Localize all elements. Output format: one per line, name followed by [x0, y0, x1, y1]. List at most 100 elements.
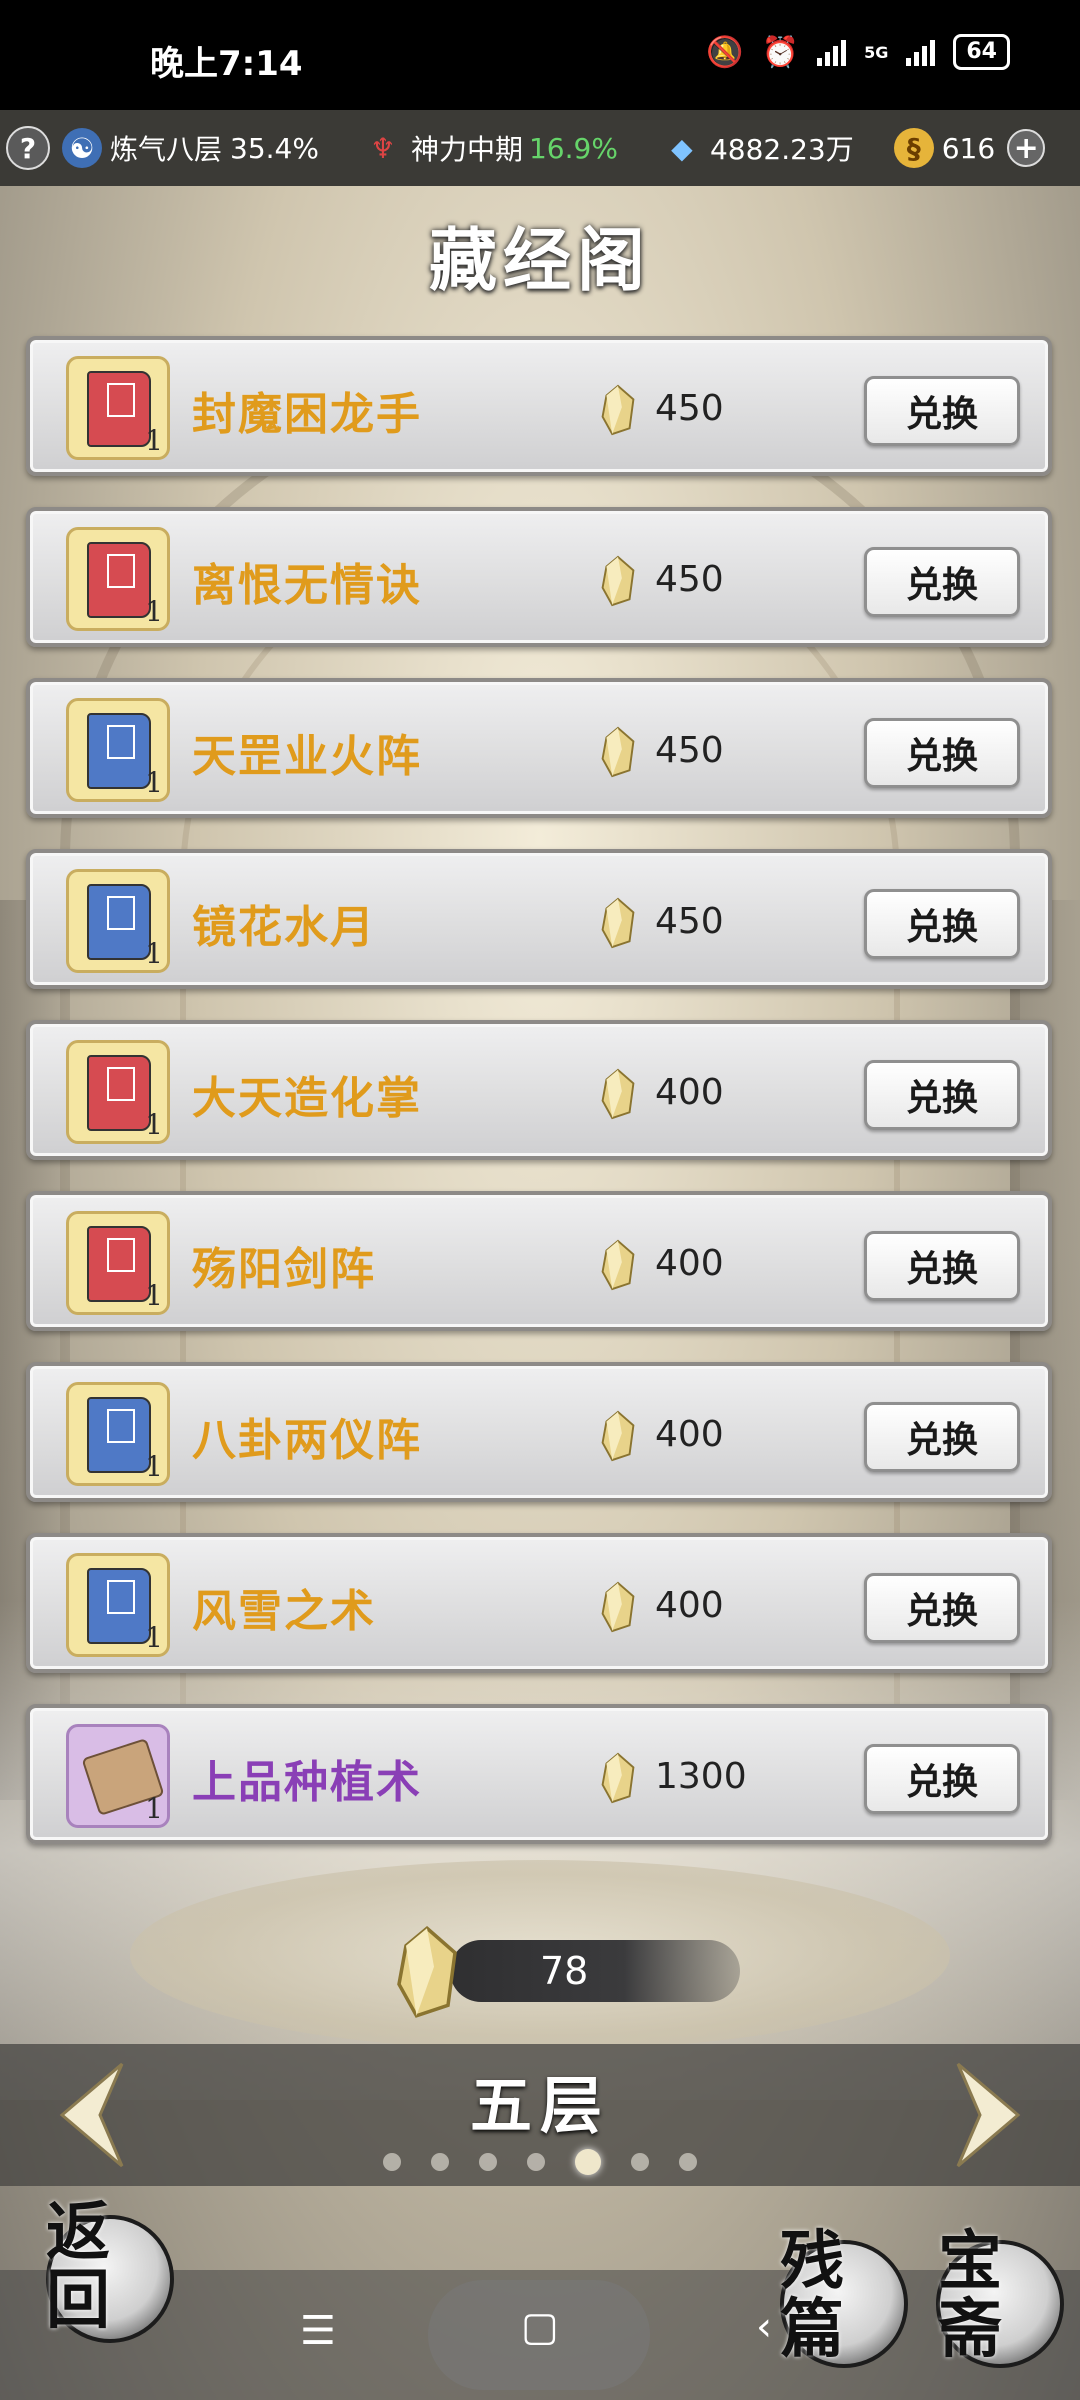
battery-indicator: 64	[953, 34, 1010, 70]
page-dot[interactable]	[631, 2153, 649, 2171]
book-shape	[87, 884, 151, 960]
item-row: 1 镜花水月 450 兑换	[26, 849, 1052, 989]
item-price: 450	[655, 559, 724, 600]
page-dot[interactable]	[527, 2153, 545, 2171]
exchange-button[interactable]: 兑换	[864, 889, 1020, 959]
book-shape	[87, 542, 151, 618]
item-price: 450	[655, 388, 724, 429]
exchange-button[interactable]: 兑换	[864, 1573, 1020, 1643]
page-dot[interactable]	[479, 2153, 497, 2171]
spirit-stone-icon: ◆	[671, 131, 693, 165]
scroll-icon[interactable]: 1	[66, 1724, 170, 1828]
item-row: 1 上品种植术 1300 兑换	[26, 1704, 1052, 1844]
exchange-button[interactable]: 兑换	[864, 547, 1020, 617]
fragments-button-label: 残篇	[780, 2224, 844, 2367]
treasure-button[interactable]: 宝斋	[936, 2228, 1064, 2368]
page-dot[interactable]	[679, 2153, 697, 2171]
help-icon[interactable]: ?	[6, 126, 50, 170]
status-bar: 晚上7:14 🔕 ⏰ 5G 64	[0, 0, 1080, 110]
item-name: 殇阳剑阵	[192, 1244, 376, 1295]
item-quantity: 1	[145, 595, 163, 628]
item-quantity: 1	[145, 1450, 163, 1483]
book-shape	[87, 1397, 151, 1473]
currency-display: 78	[450, 1940, 740, 2002]
crystal-icon	[601, 384, 635, 436]
back-button[interactable]: 返回	[46, 2199, 174, 2343]
item-row: 1 封魔困龙手 450 兑换	[26, 336, 1052, 476]
page-dot-active[interactable]	[575, 2149, 601, 2175]
crystal-icon	[601, 555, 635, 607]
status-icons: 🔕 ⏰ 5G 64	[706, 34, 1010, 70]
item-row: 1 大天造化掌 400 兑换	[26, 1020, 1052, 1160]
home-square-icon[interactable]: ▢	[521, 2304, 559, 2350]
red-book-icon[interactable]: 1	[66, 527, 170, 631]
exchange-button[interactable]: 兑换	[864, 718, 1020, 788]
menu-icon[interactable]: ☰	[300, 2308, 336, 2354]
jade-amount: 616	[941, 131, 996, 165]
signal-icon-2	[906, 38, 936, 66]
crystal-icon	[397, 1925, 457, 2018]
blue-book-icon[interactable]: 1	[66, 869, 170, 973]
blue-book-icon[interactable]: 1	[66, 698, 170, 802]
exchange-button[interactable]: 兑换	[864, 1744, 1020, 1814]
item-name: 离恨无情诀	[192, 560, 422, 611]
item-price: 450	[655, 901, 724, 942]
status-time: 晚上7:14	[150, 44, 303, 84]
exchange-button[interactable]: 兑换	[864, 1060, 1020, 1130]
mute-bell-icon: 🔕	[706, 34, 744, 70]
realm-label: 炼气八层	[110, 133, 223, 166]
page-dot[interactable]	[431, 2153, 449, 2171]
crystal-icon	[601, 726, 635, 778]
crystal-icon	[601, 1581, 635, 1633]
back-arrow-icon[interactable]: ‹	[756, 2304, 772, 2350]
item-list: 1 封魔困龙手 450 兑换 1 离恨无情诀 450 兑换 1 天罡业火阵 450 兑换 1 镜花水月 45…	[26, 336, 1052, 1875]
spirit-stone-amount: 4882.23万	[709, 133, 854, 166]
item-row: 1 离恨无情诀 450 兑换	[26, 507, 1052, 647]
item-price: 400	[655, 1414, 724, 1455]
item-name: 天罡业火阵	[192, 731, 422, 782]
exchange-button[interactable]: 兑换	[864, 1402, 1020, 1472]
book-shape	[87, 1055, 151, 1131]
item-quantity: 1	[145, 766, 163, 799]
item-row: 1 天罡业火阵 450 兑换	[26, 678, 1052, 818]
item-row: 1 风雪之术 400 兑换	[26, 1533, 1052, 1673]
exchange-button[interactable]: 兑换	[864, 376, 1020, 446]
realm-progress: 35.4%	[230, 131, 319, 165]
book-shape	[87, 1568, 151, 1644]
red-book-icon[interactable]: 1	[66, 1211, 170, 1315]
item-row: 1 殇阳剑阵 400 兑换	[26, 1191, 1052, 1331]
crystal-icon	[601, 1068, 635, 1120]
book-shape	[87, 1226, 151, 1302]
item-quantity: 1	[145, 1108, 163, 1141]
red-book-icon[interactable]: 1	[66, 356, 170, 460]
book-shape	[87, 713, 151, 789]
blue-book-icon[interactable]: 1	[66, 1382, 170, 1486]
item-price: 450	[655, 730, 724, 771]
item-name: 八卦两仪阵	[192, 1415, 422, 1466]
item-price: 400	[655, 1072, 724, 1113]
item-price: 400	[655, 1585, 724, 1626]
item-name: 封魔困龙手	[192, 389, 422, 440]
item-quantity: 1	[145, 1279, 163, 1312]
item-name: 大天造化掌	[192, 1073, 422, 1124]
yin-yang-icon: ☯	[62, 128, 102, 168]
blue-book-icon[interactable]: 1	[66, 1553, 170, 1657]
red-book-icon[interactable]: 1	[66, 1040, 170, 1144]
page-dot[interactable]	[383, 2153, 401, 2171]
item-price: 400	[655, 1243, 724, 1284]
crystal-icon	[601, 897, 635, 949]
item-name: 上品种植术	[192, 1757, 422, 1808]
signal-icon	[817, 38, 847, 66]
currency-amount: 78	[540, 1949, 589, 1993]
page-title: 藏经阁	[428, 221, 651, 301]
network-label: 5G	[864, 42, 889, 62]
exchange-button[interactable]: 兑换	[864, 1231, 1020, 1301]
fragments-button[interactable]: 残篇	[780, 2228, 908, 2368]
item-name: 镜花水月	[192, 902, 376, 953]
item-quantity: 1	[145, 1621, 163, 1654]
item-price: 1300	[655, 1756, 747, 1797]
power-label: 神力中期	[410, 133, 523, 166]
add-button[interactable]: +	[1007, 129, 1046, 167]
item-name: 风雪之术	[192, 1586, 376, 1637]
trident-icon: ♆	[370, 131, 396, 165]
